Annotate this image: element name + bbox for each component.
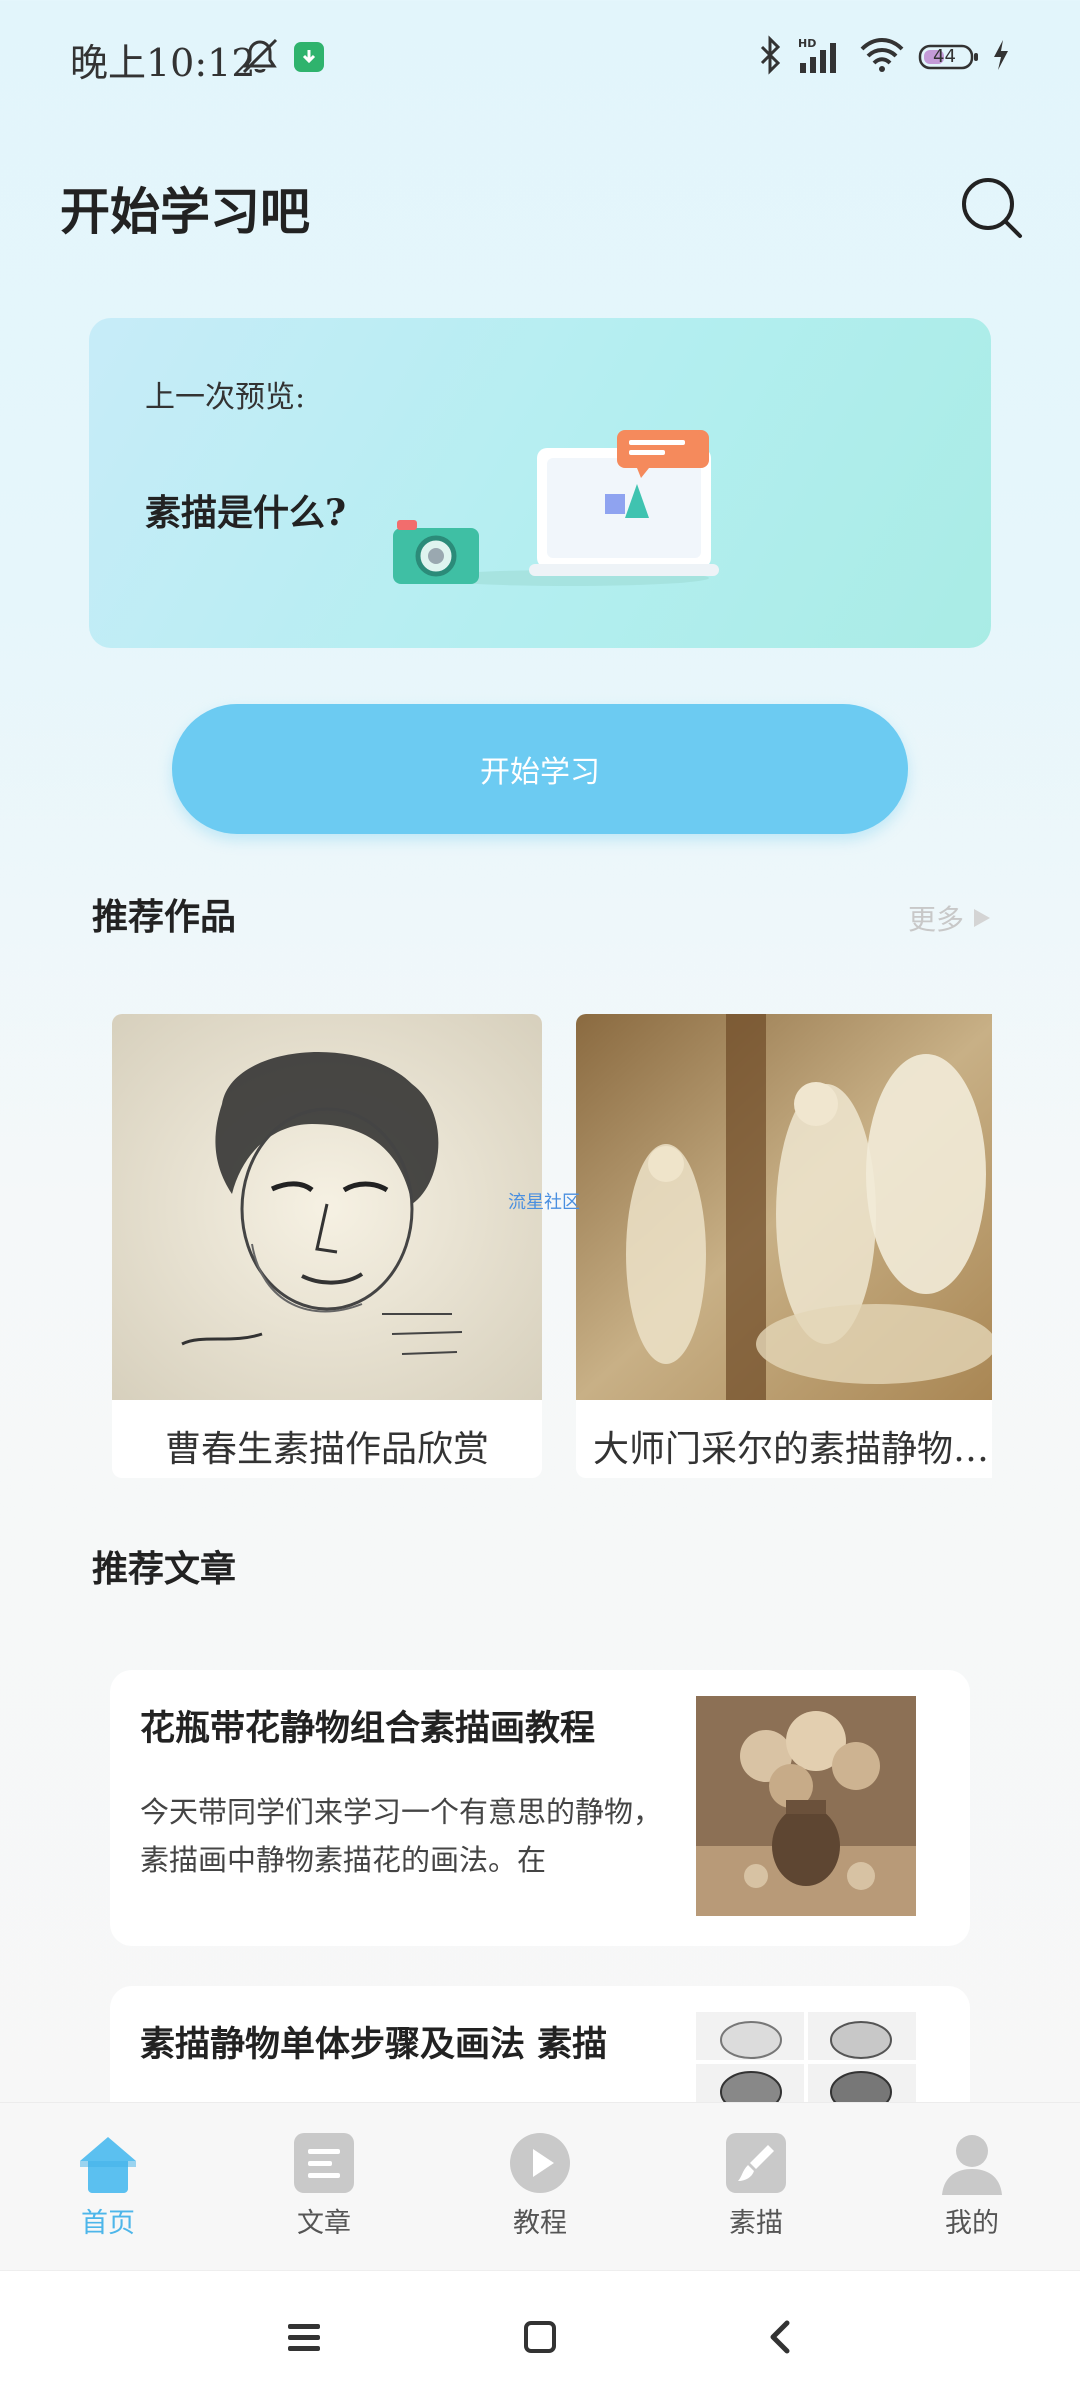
svg-text:HD: HD bbox=[798, 37, 816, 50]
bluetooth-icon bbox=[758, 35, 784, 79]
article-title: 花瓶带花静物组合素描画教程 bbox=[140, 1708, 596, 1749]
tab-sketch-label: 素描 bbox=[729, 2208, 783, 2239]
charging-icon bbox=[992, 38, 1010, 76]
tab-home-label: 首页 bbox=[81, 2208, 135, 2239]
tab-sketch[interactable]: 素描 bbox=[696, 2131, 816, 2261]
work-card[interactable]: 大师门采尔的素描静物… bbox=[576, 1014, 992, 1478]
home-icon bbox=[80, 2137, 136, 2193]
menu-icon bbox=[288, 2324, 320, 2351]
start-learning-button[interactable]: 开始学习 bbox=[172, 704, 908, 834]
last-preview-card[interactable]: 上一次预览: 素描是什么? bbox=[89, 318, 991, 648]
user-icon bbox=[942, 2135, 1002, 2195]
signal-icon: HD bbox=[796, 35, 846, 79]
play-arrow-icon bbox=[974, 909, 990, 927]
download-icon bbox=[294, 42, 324, 72]
square-icon bbox=[524, 2321, 556, 2353]
article-card[interactable]: 花瓶带花静物组合素描画教程 今天带同学们来学习一个有意思的静物，素描画中静物素描… bbox=[110, 1670, 970, 1946]
tab-articles-label: 文章 bbox=[297, 2208, 351, 2239]
status-icons: HD 44 bbox=[758, 34, 1010, 80]
more-link[interactable]: 更多 bbox=[908, 898, 992, 938]
laptop-camera-illustration bbox=[393, 430, 719, 586]
watermark-text: 流星社区 bbox=[508, 1192, 580, 1213]
works-carousel[interactable]: 曹春生素描作品欣赏 大师门采尔的素描静物… bbox=[112, 1014, 992, 1478]
article-excerpt: 今天带同学们来学习一个有意思的静物，素描画中静物素描花的画法。在 bbox=[140, 1795, 663, 1877]
wifi-icon bbox=[858, 35, 906, 79]
work-image bbox=[112, 1014, 542, 1400]
system-nav-bar bbox=[0, 2270, 1080, 2401]
tab-mine[interactable]: 我的 bbox=[912, 2131, 1032, 2261]
recents-button[interactable] bbox=[274, 2309, 334, 2365]
work-title: 曹春生素描作品欣赏 bbox=[164, 1429, 489, 1470]
work-card[interactable]: 曹春生素描作品欣赏 bbox=[112, 1014, 542, 1478]
brush-icon bbox=[726, 2133, 786, 2193]
search-icon bbox=[962, 178, 1022, 238]
tab-mine-label: 我的 bbox=[945, 2208, 999, 2239]
back-button[interactable] bbox=[750, 2309, 810, 2365]
status-time: 晚上10:12 bbox=[70, 41, 256, 85]
home-button[interactable] bbox=[510, 2309, 570, 2365]
work-title: 大师门采尔的素描静物… bbox=[592, 1429, 989, 1470]
recommended-articles-heading: 推荐文章 bbox=[92, 1548, 237, 1590]
battery-level: 44 bbox=[933, 46, 956, 67]
back-arrow-icon bbox=[770, 2320, 790, 2354]
article-thumbnail bbox=[696, 1696, 916, 1916]
article-title: 素描静物单体步骤及画法 素描 bbox=[140, 2024, 608, 2065]
mute-icon bbox=[238, 36, 282, 80]
work-image bbox=[576, 1014, 992, 1400]
tab-home[interactable]: 首页 bbox=[48, 2131, 168, 2261]
more-label: 更多 bbox=[907, 903, 964, 936]
tab-tutorials[interactable]: 教程 bbox=[480, 2131, 600, 2261]
battery-icon: 44 bbox=[918, 42, 980, 72]
article-icon bbox=[294, 2133, 354, 2193]
play-icon bbox=[510, 2133, 570, 2193]
tab-tutorials-label: 教程 bbox=[513, 2208, 567, 2239]
page-title: 开始学习吧 bbox=[60, 182, 310, 241]
last-preview-topic: 素描是什么? bbox=[145, 492, 347, 534]
recommended-works-heading: 推荐作品 bbox=[92, 896, 237, 938]
tab-articles[interactable]: 文章 bbox=[264, 2131, 384, 2261]
last-preview-label: 上一次预览: bbox=[145, 380, 306, 415]
search-button[interactable] bbox=[960, 176, 1024, 240]
bottom-nav: 首页 文章 教程 素描 我的 bbox=[0, 2102, 1080, 2271]
